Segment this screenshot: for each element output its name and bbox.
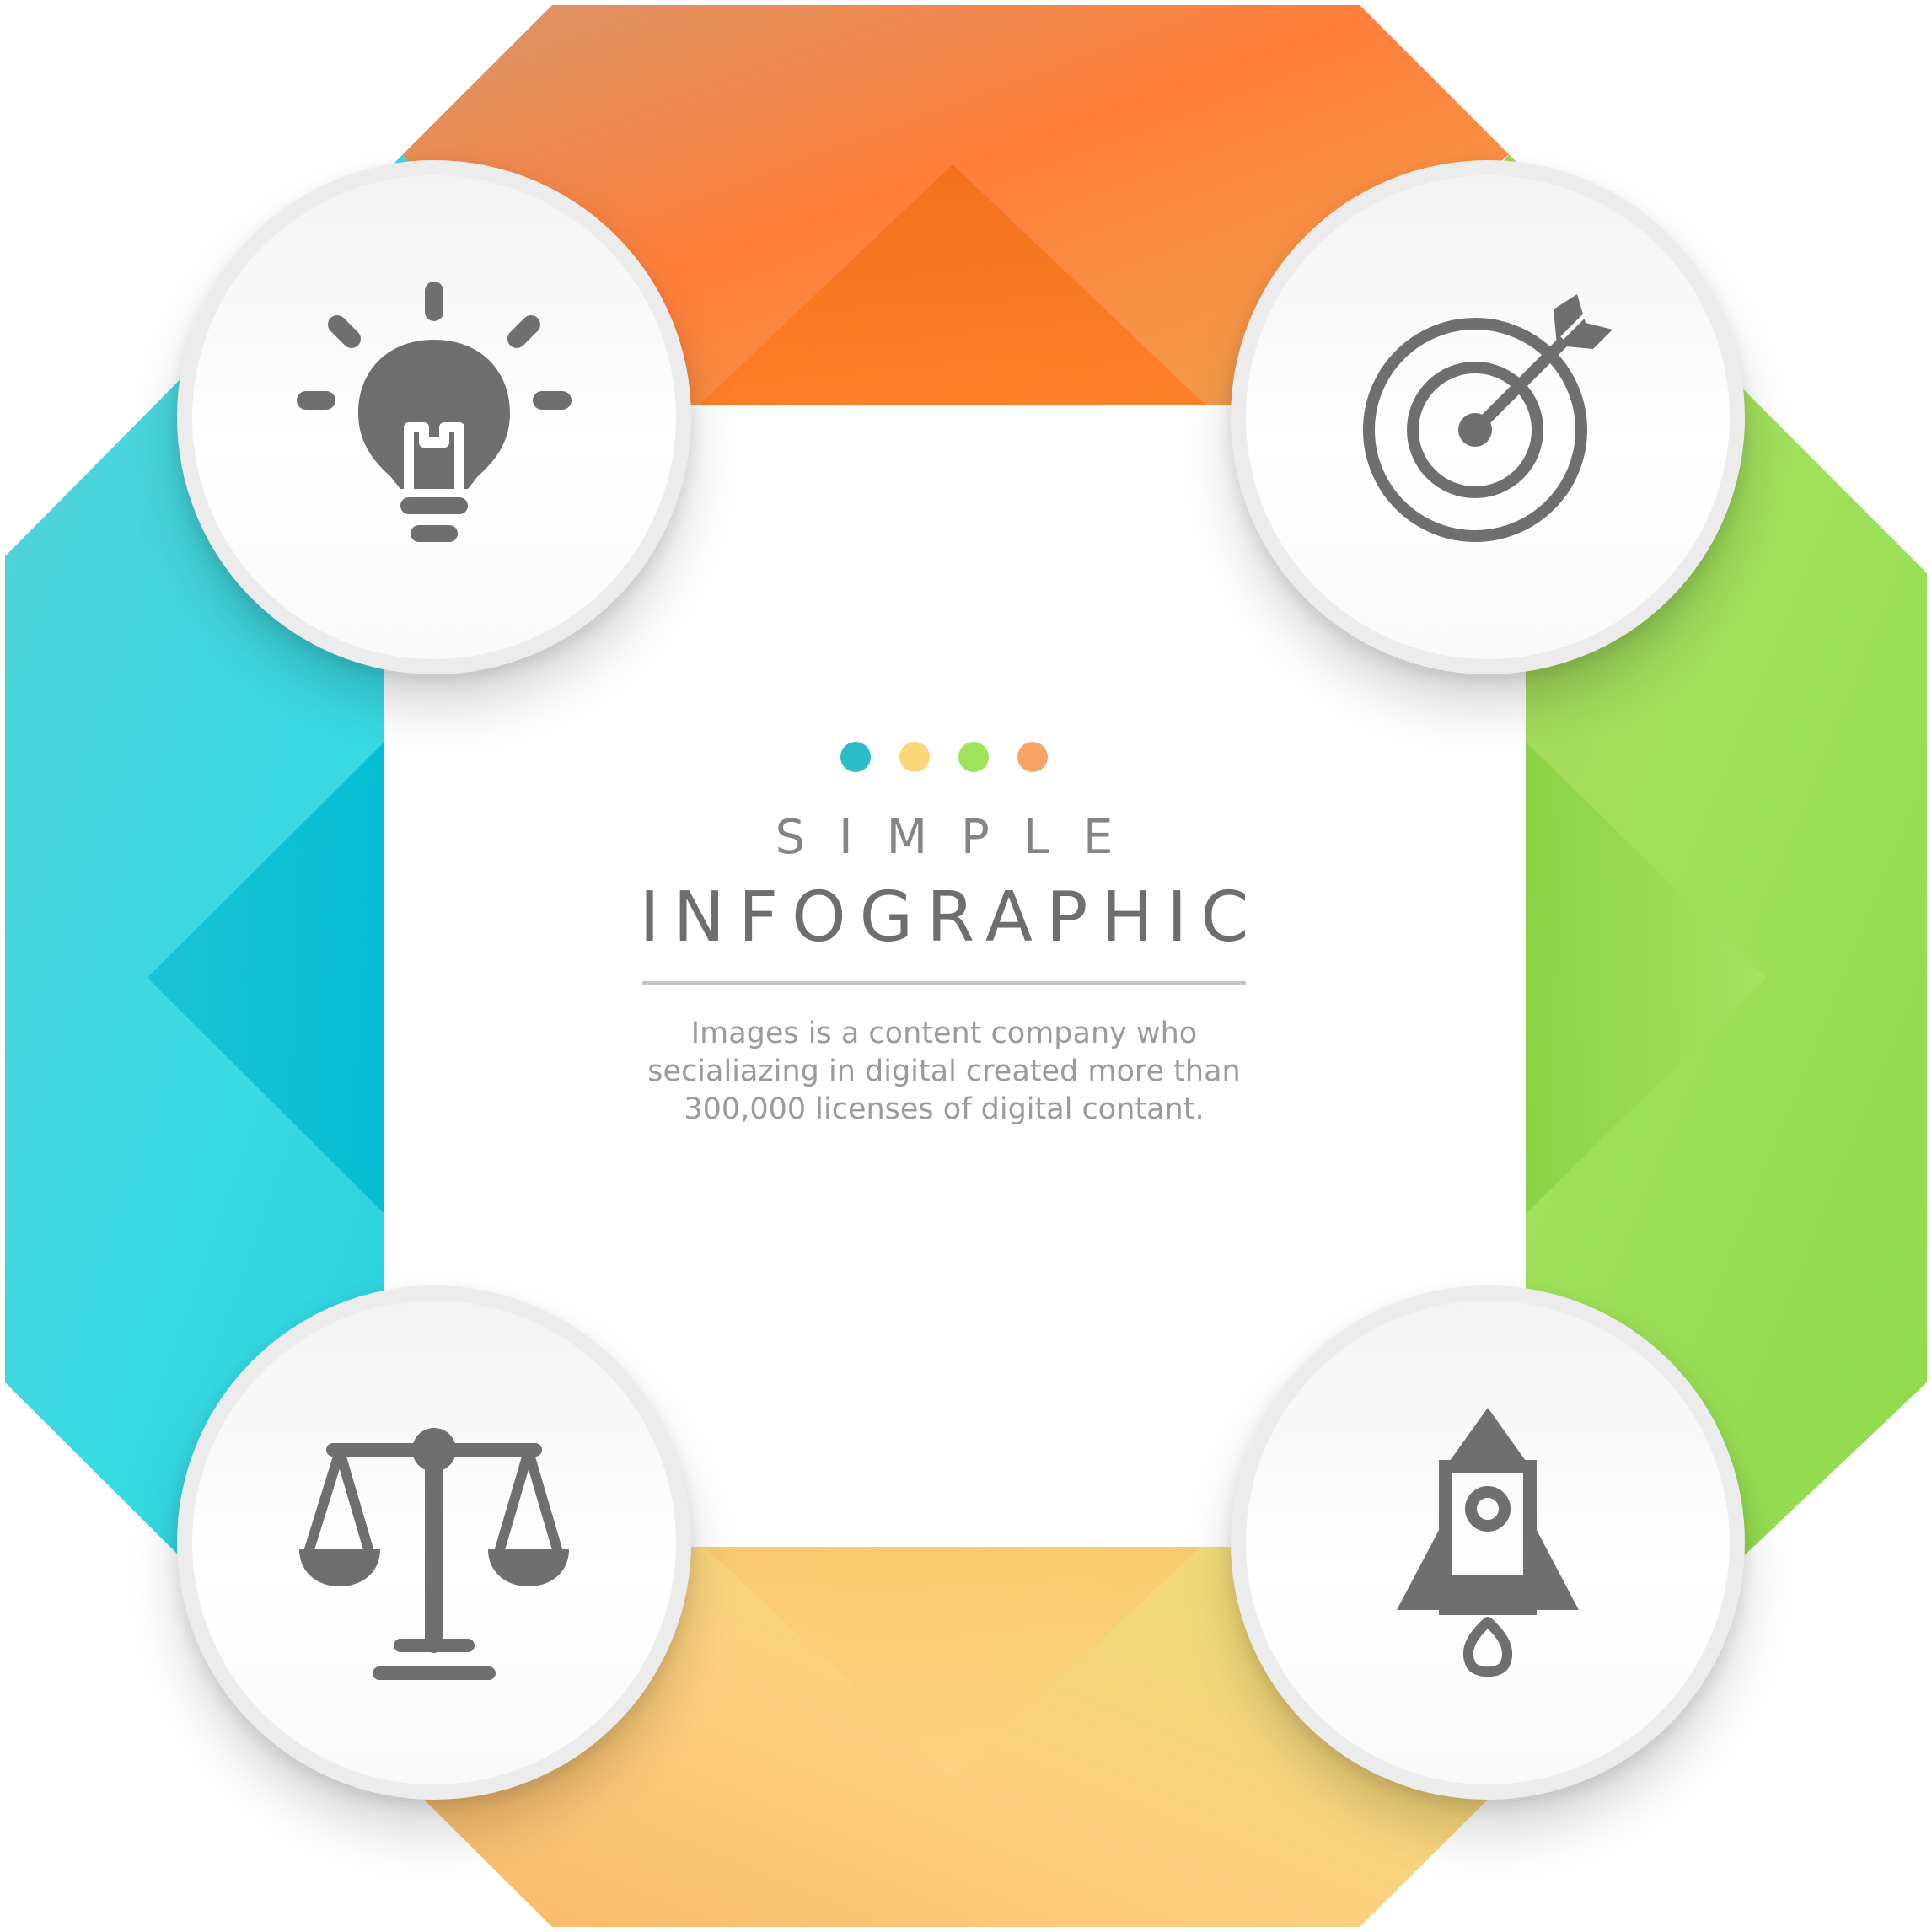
center-text-block: SIMPLE INFOGRAPHIC Images is a content c…: [590, 742, 1298, 1214]
page-title: INFOGRAPHIC: [639, 877, 1263, 958]
infographic-canvas: SIMPLE INFOGRAPHIC Images is a content c…: [0, 0, 1932, 1932]
target-arrow-icon: [1363, 294, 1613, 542]
dot-yellow: [899, 742, 930, 772]
node-justice: [177, 1285, 691, 1800]
lightbulb-icon: [297, 282, 572, 542]
balance-scale-icon: [299, 1428, 569, 1680]
node-idea: [177, 160, 691, 674]
dot-orange: [1017, 742, 1048, 772]
description-text: Images is a content company who secialia…: [647, 1017, 1241, 1126]
dot-cyan: [840, 742, 871, 772]
rocket-icon: [1397, 1408, 1579, 1677]
node-target: [1231, 160, 1745, 674]
divider: [642, 981, 1246, 985]
node-launch: [1231, 1285, 1745, 1800]
dot-green: [958, 742, 989, 772]
title-small: SIMPLE: [775, 810, 1147, 865]
color-dots: [590, 742, 1298, 772]
